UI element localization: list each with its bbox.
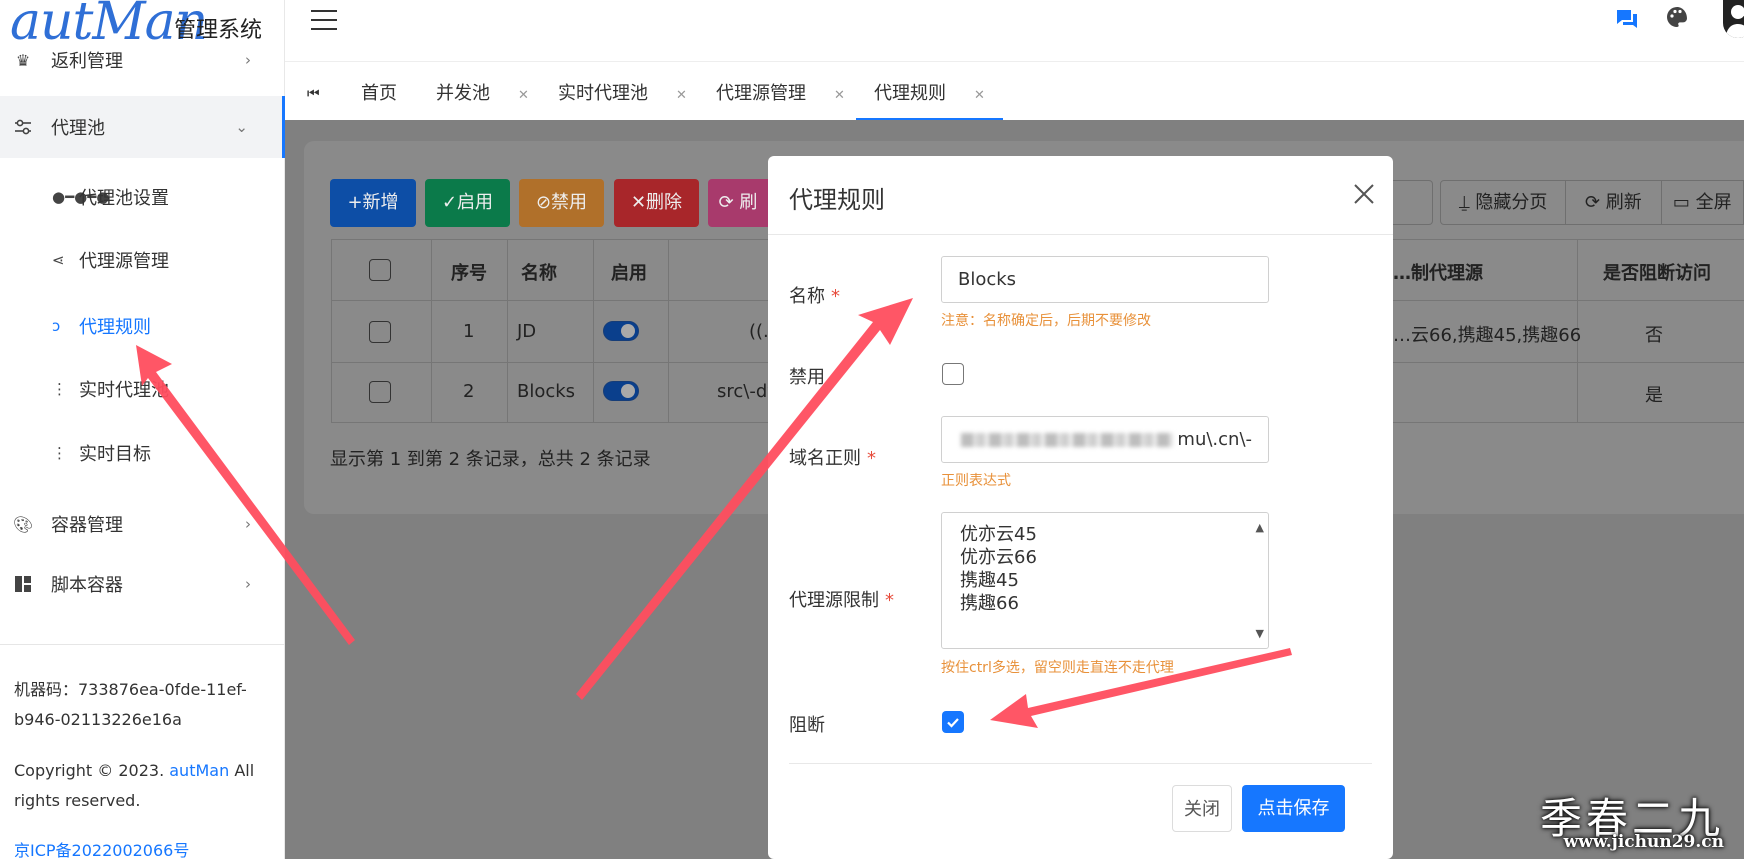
watermark-url: www.jichun29.cn — [1563, 832, 1724, 852]
annotation-arrows — [136, 298, 1292, 728]
arrow-to-name-field — [576, 298, 913, 700]
arrow-to-block-checkbox — [990, 648, 1292, 728]
arrow-to-sidebar-rule — [136, 345, 355, 645]
app-root: { "brand":{"logo_text":"autMan","subtitl… — [0, 0, 1744, 859]
